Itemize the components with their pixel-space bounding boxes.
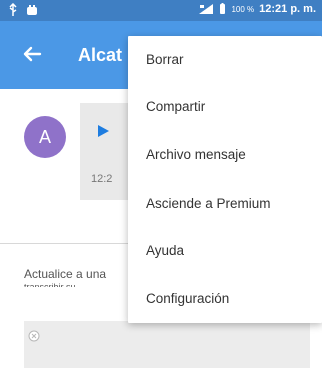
- battery-percentage: 100 %: [231, 4, 255, 14]
- signal-icon: [199, 4, 214, 14]
- menu-item-ayuda[interactable]: Ayuda: [128, 227, 322, 274]
- menu-item-compartir[interactable]: Compartir: [128, 83, 322, 130]
- menu-item-label: Compartir: [146, 99, 206, 114]
- composer-area[interactable]: [24, 321, 310, 368]
- menu-item-asciende-premium[interactable]: Asciende a Premium: [128, 180, 322, 227]
- menu-item-label: Borrar: [146, 52, 184, 67]
- android-icon: [27, 5, 37, 15]
- close-circle-icon[interactable]: [28, 330, 40, 342]
- usb-icon: [9, 3, 17, 16]
- menu-item-archivo-mensaje[interactable]: Archivo mensaje: [128, 131, 322, 178]
- menu-item-label: Asciende a Premium: [146, 196, 271, 211]
- menu-item-label: Ayuda: [146, 243, 185, 258]
- menu-item-label: Archivo mensaje: [146, 147, 246, 162]
- message-time: 12:2: [91, 173, 113, 185]
- menu-item-borrar[interactable]: Borrar: [128, 36, 322, 83]
- status-right-info: 100 % 12:21 p. m.: [198, 3, 316, 15]
- avatar: A: [24, 116, 66, 158]
- page-title: Alcat: [78, 45, 123, 65]
- play-icon[interactable]: [96, 124, 110, 138]
- menu-item-configuracion[interactable]: Configuración: [128, 275, 322, 322]
- update-text: Actualice a una: [24, 267, 107, 281]
- back-arrow-icon[interactable]: [18, 40, 46, 68]
- avatar-letter: A: [38, 126, 51, 147]
- status-left-icons: [8, 3, 38, 17]
- update-subtext: transcribir su: [24, 282, 76, 287]
- battery-icon: [220, 3, 226, 14]
- status-time: 12:21 p. m.: [259, 3, 316, 15]
- status-bar: 100 % 12:21 p. m.: [0, 0, 322, 21]
- overflow-menu: Borrar Compartir Archivo mensaje Asciend…: [128, 36, 322, 323]
- menu-item-label: Configuración: [146, 291, 230, 306]
